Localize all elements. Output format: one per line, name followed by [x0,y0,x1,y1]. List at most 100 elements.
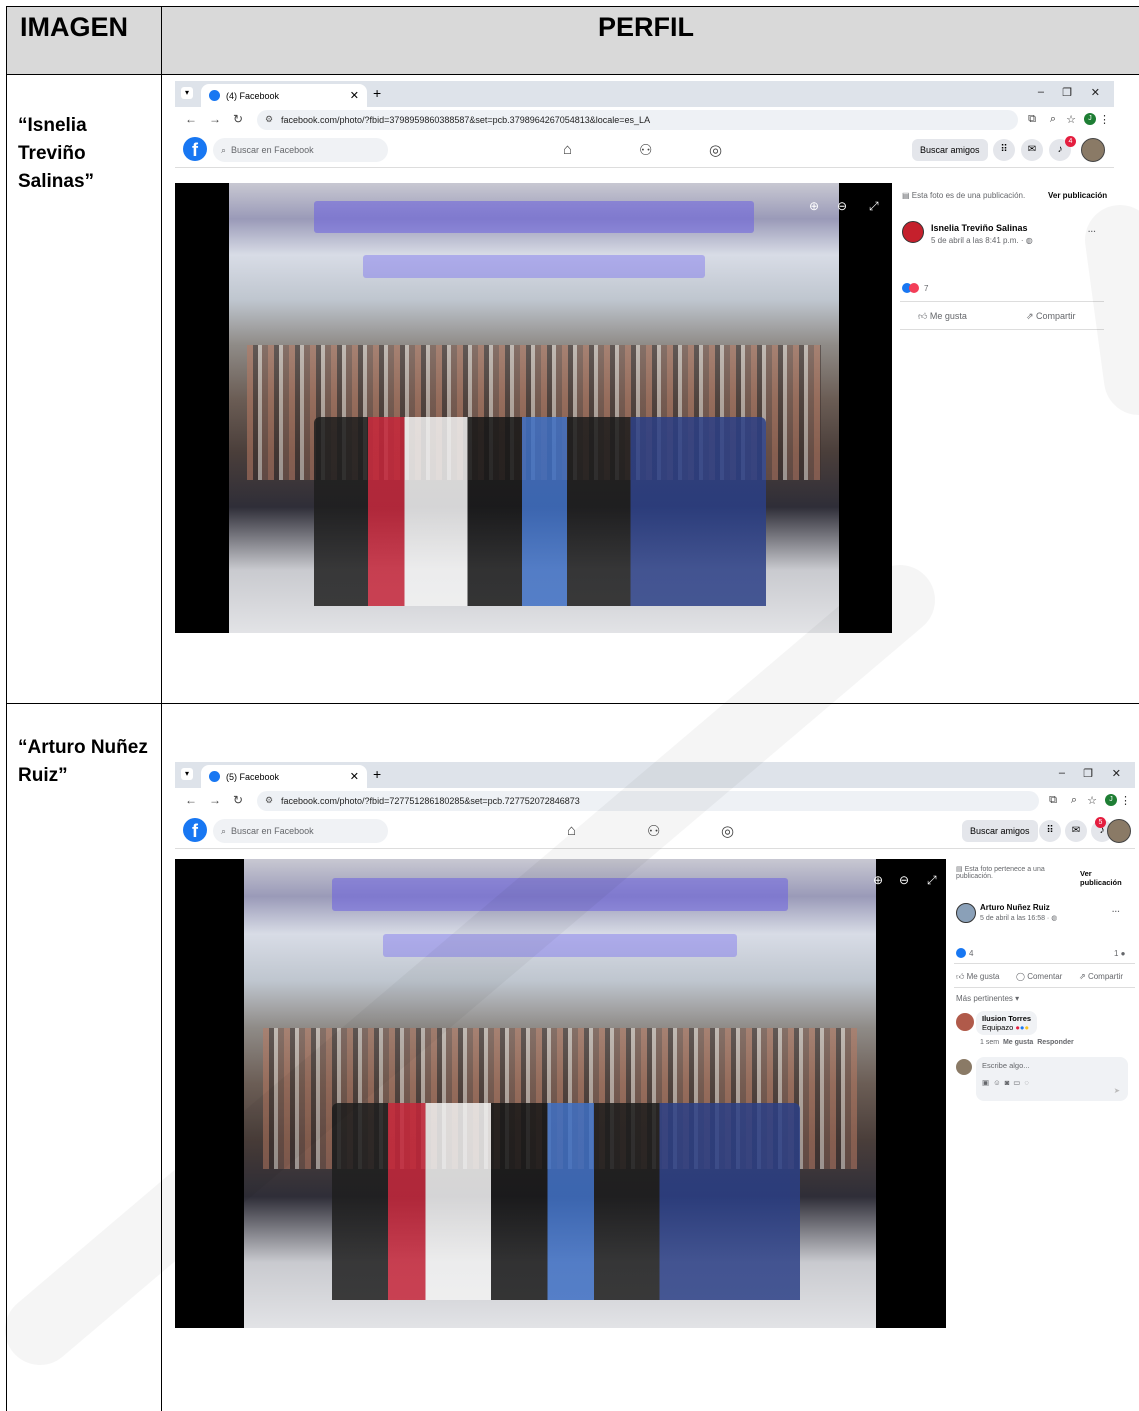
emoji-icon[interactable]: ☺ [993,1078,1005,1087]
reaction-count[interactable]: 4 [969,949,973,958]
share-button[interactable]: ⇗ Compartir [1026,311,1076,322]
browser-menu-icon[interactable]: ⋮ [1120,794,1131,807]
close-icon[interactable]: ✕ [350,770,359,783]
minimize-icon[interactable]: – [1038,86,1044,98]
zoom-in-icon[interactable]: ⊕ [809,199,819,213]
post-date[interactable]: 5 de abril a las 16:58 · ◍ [980,914,1057,922]
comment-like-link[interactable]: Me gusta [1003,1039,1033,1046]
tab-search-icon[interactable]: ▾ [181,768,193,780]
action-divider [954,987,1135,988]
forward-icon[interactable]: → [209,793,221,807]
forward-icon[interactable]: → [209,112,221,126]
zoom-icon[interactable]: ⌕ [1071,794,1077,807]
facebook-top-bar: f ⌕ Buscar en Facebook ⌂ ⚇ ◎ Buscar amig… [175,814,1135,849]
zoom-in-icon[interactable]: ⊕ [873,873,883,887]
view-post-link[interactable]: Ver publicación [1080,869,1135,887]
browser-tab-strip: ▾ (5) Facebook ✕ + – ❐ ✕ [175,762,1135,788]
bookmark-star-icon[interactable]: ☆ [1066,113,1076,126]
facebook-search-input[interactable]: ⌕ Buscar en Facebook [213,138,388,162]
share-button[interactable]: ⇗ Compartir [1079,972,1123,981]
comment-count[interactable]: 1 ● [1114,949,1126,958]
new-tab-icon[interactable]: + [373,766,381,782]
groups-icon[interactable]: ◎ [709,141,722,159]
site-info-icon[interactable]: ⚙ [265,795,273,806]
post-options-icon[interactable]: ··· [1112,907,1120,916]
messenger-icon[interactable]: ✉ [1021,139,1043,161]
find-friends-button[interactable]: Buscar amigos [912,139,988,161]
grid-menu-icon[interactable]: ⠿ [993,139,1015,161]
gif-icon[interactable]: ▭ [1013,1078,1024,1087]
post-date[interactable]: 5 de abril a las 8:41 p.m. · ◍ [931,236,1033,245]
my-avatar[interactable] [956,1059,972,1075]
address-bar-row: ← → ↻ ⚙ facebook.com/photo/?fbid=7277512… [175,788,1135,815]
post-side-panel: ▤ Esta foto pertenece a una publicación.… [954,859,1135,1328]
sticker-icon[interactable]: ▣ [982,1078,993,1087]
facebook-search-input[interactable]: ⌕ Buscar en Facebook [213,819,388,843]
new-tab-icon[interactable]: + [373,85,381,101]
back-icon[interactable]: ← [185,793,197,807]
facebook-logo-icon[interactable]: f [183,137,207,161]
love-reaction-icon [909,283,919,293]
account-avatar[interactable] [1107,819,1131,843]
url-field[interactable]: ⚙ facebook.com/photo/?fbid=7277512861802… [257,791,1039,811]
browser-tab[interactable]: (4) Facebook ✕ [201,84,367,107]
zoom-out-icon[interactable]: ⊖ [837,199,847,213]
avatar-sticker-icon[interactable]: ◌ [1024,1078,1032,1087]
reload-icon[interactable]: ↻ [233,793,243,807]
minimize-icon[interactable]: – [1059,767,1065,779]
post-notice-text: Esta foto pertenece a una publicación. [956,866,1045,880]
friends-icon[interactable]: ⚇ [639,141,652,159]
window-close-icon[interactable]: ✕ [1091,86,1100,99]
comment-reply-link[interactable]: Responder [1037,1039,1074,1046]
tab-search-icon[interactable]: ▾ [181,87,193,99]
browser-menu-icon[interactable]: ⋮ [1099,113,1110,126]
commenter-name[interactable]: Ilusion Torres [982,1014,1031,1023]
restore-icon[interactable]: ❐ [1083,767,1093,780]
browser-tab[interactable]: (5) Facebook ✕ [201,765,367,788]
browser-profile-avatar[interactable]: J [1105,794,1117,806]
like-button[interactable]: 👍︎ Me gusta [918,311,967,322]
send-icon[interactable]: ➤ [1114,1086,1120,1095]
home-icon[interactable]: ⌂ [563,141,572,158]
write-comment-input[interactable]: Escribe algo... ▣☺◙▭◌ ➤ [976,1057,1128,1101]
url-field[interactable]: ⚙ facebook.com/photo/?fbid=3798959860388… [257,110,1018,130]
browser-profile-avatar[interactable]: J [1084,113,1096,125]
author-avatar[interactable] [956,903,976,923]
view-post-link[interactable]: Ver publicación [1048,191,1107,200]
facebook-logo-icon[interactable]: f [183,818,207,842]
author-avatar[interactable] [902,221,924,243]
bookmark-star-icon[interactable]: ☆ [1087,794,1097,807]
comment-button[interactable]: ◯ Comentar [1016,972,1062,981]
like-button[interactable]: 👍︎ Me gusta [956,972,1000,982]
reaction-count[interactable]: 7 [924,284,928,293]
back-icon[interactable]: ← [185,112,197,126]
install-app-icon[interactable]: ⧉ [1049,794,1057,807]
comment-icon: ◯ [1016,972,1028,981]
expand-icon[interactable]: ⤢ [869,199,879,214]
groups-icon[interactable]: ◎ [721,822,734,840]
find-friends-button[interactable]: Buscar amigos [962,820,1038,842]
zoom-out-icon[interactable]: ⊖ [899,873,909,887]
notification-badge: 4 [1065,136,1076,147]
grid-menu-icon[interactable]: ⠿ [1039,820,1061,842]
site-info-icon[interactable]: ⚙ [265,114,273,125]
sort-comments-dropdown[interactable]: Más pertinentes ▾ [956,994,1019,1003]
zoom-icon[interactable]: ⌕ [1050,113,1056,126]
sort-label: Más pertinentes [956,994,1013,1003]
friends-icon[interactable]: ⚇ [647,822,660,840]
header-imagen: IMAGEN [20,12,128,42]
restore-icon[interactable]: ❐ [1062,86,1072,99]
author-name[interactable]: Arturo Nuñez Ruiz [980,903,1050,912]
messenger-icon[interactable]: ✉ [1065,820,1087,842]
post-options-icon[interactable]: ··· [1088,227,1096,236]
close-icon[interactable]: ✕ [350,89,359,102]
commenter-avatar[interactable] [956,1013,974,1031]
install-app-icon[interactable]: ⧉ [1028,113,1036,126]
account-avatar[interactable] [1081,138,1105,162]
window-close-icon[interactable]: ✕ [1112,767,1121,780]
home-icon[interactable]: ⌂ [567,822,576,839]
reload-icon[interactable]: ↻ [233,112,243,126]
author-name[interactable]: Isnelia Treviño Salinas [931,223,1028,233]
expand-icon[interactable]: ⤢ [927,873,937,888]
tab-title: (5) Facebook [226,771,280,782]
